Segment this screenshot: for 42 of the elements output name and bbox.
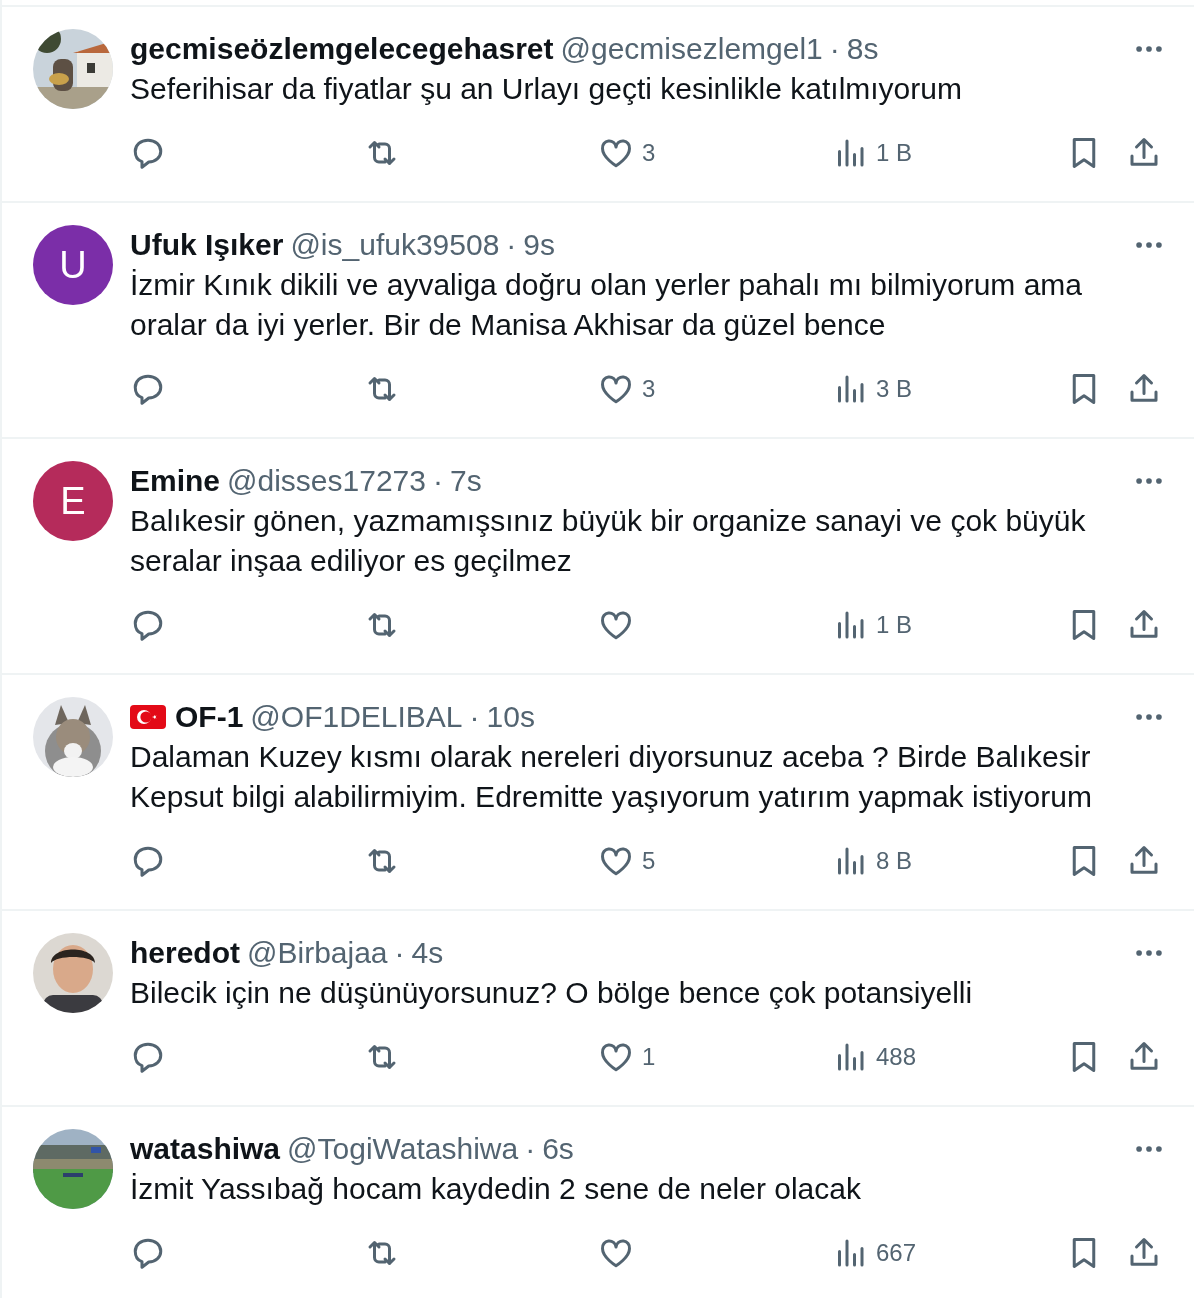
- view-count: 3 B: [876, 375, 913, 403]
- tweet-text: İzmir Kınık dikili ve ayvaliga doğru olan yerler pahalı mı bilmiyorum ama oralar da iyi yerler. Bir de Manisa Akhisar da güzel bence: [130, 267, 1084, 343]
- display-name[interactable]: OF-1: [175, 700, 244, 734]
- timestamp[interactable]: 8s: [846, 32, 879, 66]
- display-name[interactable]: Emine: [130, 464, 221, 498]
- timestamp[interactable]: 9s: [523, 228, 556, 262]
- separator-dot: ·: [829, 32, 840, 66]
- display-name[interactable]: gecmiseözlemgelecegehasret: [130, 32, 554, 66]
- like-count: 1: [642, 1043, 656, 1071]
- display-name[interactable]: Ufuk Işıker: [130, 228, 284, 262]
- view-count: 667: [876, 1239, 917, 1267]
- user-handle[interactable]: @Birbajaa: [247, 936, 388, 970]
- tweet-text: İzmit Yassıbağ hocam kaydedin 2 sene de neler olacak: [130, 1171, 862, 1207]
- separator-dot: ·: [506, 228, 517, 262]
- separator-dot: ·: [525, 1132, 536, 1166]
- like-count: 3: [642, 375, 656, 403]
- tweet-text: Bilecik için ne düşünüyorsunuz? O bölge bence çok potansiyelli: [130, 975, 974, 1011]
- separator-dot: ·: [469, 700, 480, 734]
- tweet-text: Dalaman Kuzey kısmı olarak nereleri diyorsunuz aceba ? Birde Balıkesir Kepsut bilgi alabilirmiyim. Edremitte yaşıyorum yatırım yapmak istiyorum: [130, 739, 1093, 815]
- tweet-text: Balıkesir gönen, yazmamışsınız büyük bir organize sanayi ve çok büyük seralar inşaa ediliyor es geçilmez: [130, 503, 1087, 579]
- timestamp[interactable]: 7s: [449, 464, 482, 498]
- view-count: 1 B: [876, 611, 913, 639]
- view-count: 1 B: [876, 139, 913, 167]
- user-handle[interactable]: @is_ufuk39508: [290, 228, 500, 262]
- user-handle[interactable]: @gecmisezlemgel1: [560, 32, 823, 66]
- display-name[interactable]: watashiwa: [130, 1132, 281, 1166]
- like-count: 5: [642, 847, 656, 875]
- display-name[interactable]: heredot: [130, 936, 240, 970]
- avatar: U: [33, 225, 113, 305]
- like-count: 3: [642, 139, 656, 167]
- tweet-text: Seferihisar da fiyatlar şu an Urlayı geçti kesinlikle katılmıyorum: [130, 71, 963, 107]
- timestamp[interactable]: 10s: [486, 700, 535, 734]
- timestamp[interactable]: 6s: [542, 1132, 574, 1166]
- avatar: E: [33, 461, 113, 541]
- user-handle[interactable]: @OF1DELIBAL: [250, 700, 463, 734]
- user-handle[interactable]: @TogiWatashiwa: [287, 1132, 519, 1166]
- view-count: 488: [876, 1043, 917, 1071]
- timestamp[interactable]: 4s: [411, 936, 444, 970]
- user-handle[interactable]: @disses17273: [227, 464, 426, 498]
- view-count: 8 B: [876, 847, 913, 875]
- separator-dot: ·: [432, 464, 443, 498]
- separator-dot: ·: [394, 936, 405, 970]
